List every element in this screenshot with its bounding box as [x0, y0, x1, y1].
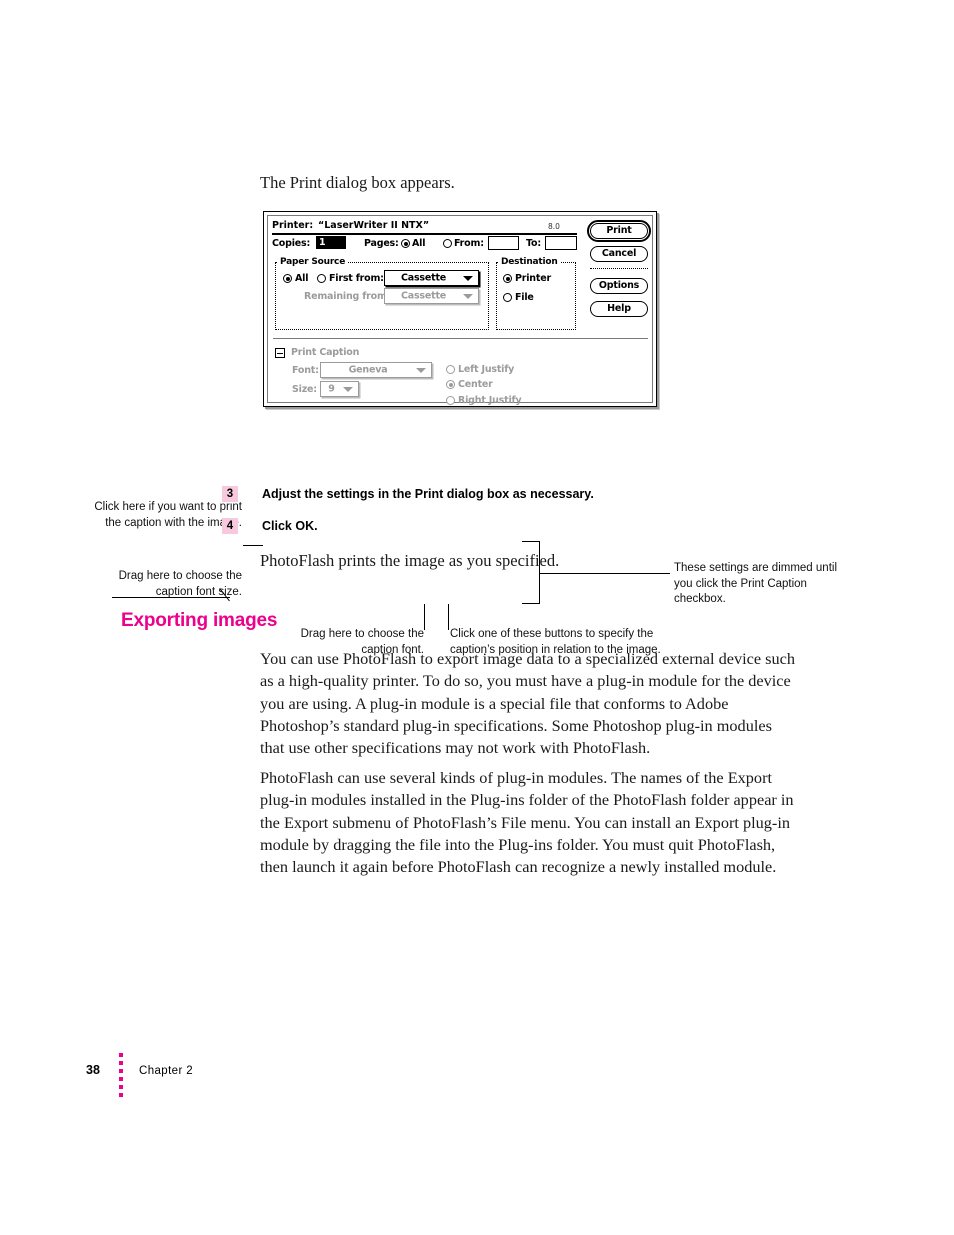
caption-font-value: Geneva [348, 364, 388, 376]
paper-source-first-from-radio[interactable] [317, 274, 326, 283]
paper-source-first-from-value: Cassette [400, 272, 447, 284]
footer-dot-divider [119, 1053, 124, 1097]
footer-dot [119, 1093, 123, 1097]
options-button[interactable]: Options [590, 278, 648, 294]
caption-center-radio[interactable] [446, 380, 455, 389]
paragraph-1: You can use PhotoFlash to export image d… [260, 649, 796, 758]
copies-input[interactable]: 1 [316, 236, 346, 249]
pages-all-radio[interactable] [401, 239, 410, 248]
help-button[interactable]: Help [590, 301, 648, 317]
copies-label: Copies: [272, 238, 311, 249]
footer-page-number: 38 [86, 1063, 100, 1077]
cancel-button[interactable]: Cancel [590, 246, 648, 262]
step-4-text: Click OK. [262, 519, 318, 533]
caption-left-justify-label: Left Justify [458, 364, 515, 375]
copies-value: 1 [319, 237, 326, 248]
step-3-text: Adjust the settings in the Print dialog … [262, 487, 594, 501]
leader-line-position [448, 604, 449, 630]
callout-print-caption-checkbox: Click here if you want to print the capt… [94, 501, 242, 529]
callout-caption-font-size: Drag here to choose the caption font siz… [118, 570, 242, 598]
printer-label: Printer: [272, 220, 314, 231]
caption-font-label: Font: [292, 365, 319, 376]
pages-from-radio[interactable] [443, 239, 452, 248]
caption-left-justify-radio[interactable] [446, 365, 455, 374]
printer-rule [272, 233, 577, 235]
destination-file-label: File [515, 292, 534, 303]
paper-source-remaining-from-popup[interactable]: Cassette [384, 288, 479, 304]
chevron-down-icon [463, 294, 473, 299]
step-3-number: 3 [222, 486, 238, 502]
caption-size-label: Size: [292, 384, 317, 395]
print-dialog: Printer: “LaserWriter II NTX” 8.0 Copies… [263, 211, 657, 407]
section-heading: Exporting images [121, 610, 278, 631]
pages-label: Pages: [364, 238, 399, 249]
caption-center-label: Center [458, 379, 493, 390]
paper-source-all-radio[interactable] [283, 274, 292, 283]
leader-line-dimmed [540, 572, 670, 574]
paper-source-remaining-from-label: Remaining from: [304, 291, 391, 302]
intro-line: The Print dialog box appears. [260, 173, 455, 192]
print-caption-checkbox[interactable] [275, 348, 285, 358]
chevron-down-icon [416, 368, 426, 373]
dialog-divider [273, 338, 648, 339]
leader-line-font [424, 604, 425, 630]
destination-title: Destination [499, 257, 560, 267]
footer-chapter-label: Chapter 2 [139, 1065, 194, 1077]
button-separator [590, 268, 648, 269]
paper-source-title: Paper Source [278, 257, 348, 267]
caption-right-justify-radio[interactable] [446, 396, 455, 405]
chevron-down-icon [463, 276, 473, 281]
after-steps-line: PhotoFlash prints the image as you speci… [260, 551, 560, 570]
paper-source-remaining-from-value: Cassette [400, 290, 447, 302]
footer-dot [119, 1053, 123, 1057]
footer-dot [119, 1061, 123, 1065]
paper-source-first-from-popup[interactable]: Cassette [384, 270, 479, 286]
pages-to-label: To: [526, 238, 541, 249]
paper-source-all-label: All [295, 273, 309, 284]
print-caption-label: Print Caption [291, 347, 360, 358]
destination-printer-label: Printer [515, 273, 551, 284]
step-4-number: 4 [222, 518, 238, 534]
caption-size-value: 9 [328, 383, 335, 395]
paragraph-2: PhotoFlash can use several kinds of plug… [260, 768, 794, 877]
printer-name: “LaserWriter II NTX” [318, 220, 430, 231]
destination-printer-radio[interactable] [503, 274, 512, 283]
driver-version: 8.0 [548, 222, 560, 231]
print-dialog-figure: Printer: “LaserWriter II NTX” 8.0 Copies… [0, 200, 954, 656]
pages-to-input[interactable] [545, 236, 577, 250]
pages-from-label: From: [454, 238, 484, 249]
leader-line-checkbox [243, 544, 263, 546]
pages-from-input[interactable] [488, 236, 519, 250]
caption-right-justify-label: Right Justify [458, 395, 522, 406]
footer-dot [119, 1069, 123, 1073]
pages-all-label: All [412, 238, 426, 249]
chevron-down-icon [343, 387, 353, 392]
destination-file-radio[interactable] [503, 293, 512, 302]
footer-dot [119, 1077, 123, 1081]
print-button[interactable]: Print [587, 220, 651, 242]
footer-dot [119, 1085, 123, 1089]
leader-line-font-size [112, 596, 230, 598]
caption-size-popup[interactable]: 9 [320, 381, 359, 397]
paper-source-first-from-label: First from: [329, 273, 384, 284]
caption-font-popup[interactable]: Geneva [320, 362, 432, 378]
